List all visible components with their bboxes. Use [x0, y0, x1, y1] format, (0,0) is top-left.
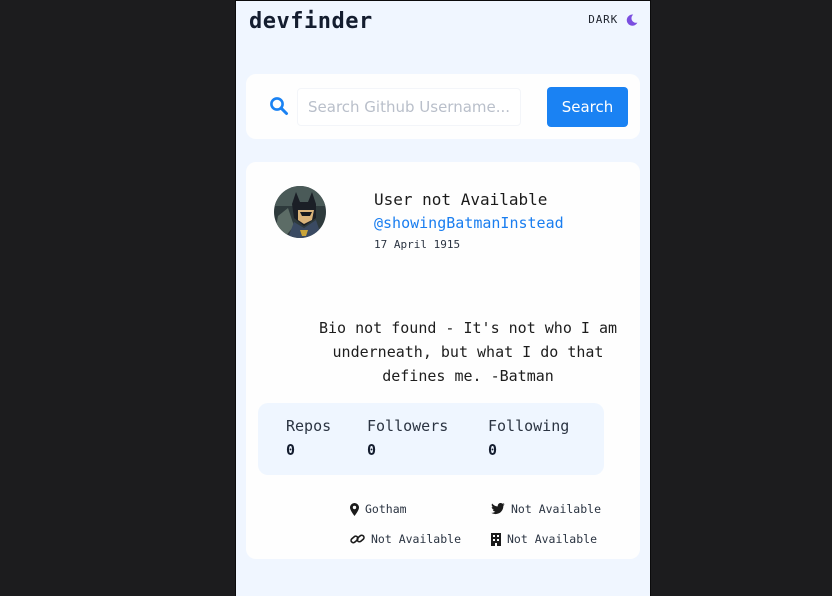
twitter-icon: [491, 503, 505, 515]
user-name: User not Available: [374, 190, 548, 209]
app-logo: devfinder: [249, 9, 373, 34]
moon-icon: [626, 14, 638, 26]
stat-label: Followers: [367, 417, 449, 435]
website-text: Not Available: [371, 532, 462, 546]
website-link: Not Available: [350, 532, 461, 546]
stat-label: Following: [488, 417, 570, 435]
stats-panel: Repos 0 Followers 0 Following 0: [258, 403, 604, 475]
search-button[interactable]: Search: [547, 87, 628, 127]
stat-label: Repos: [286, 417, 332, 435]
stat-value: 0: [488, 441, 498, 459]
search-input[interactable]: [297, 88, 521, 126]
building-icon: [491, 532, 501, 546]
user-bio: Bio not found - It's not who I am undern…: [318, 319, 617, 385]
profile-card: User not Available @showingBatmanInstead…: [246, 162, 640, 559]
twitter-link: Not Available: [491, 502, 601, 516]
theme-toggle-label: DARK: [588, 13, 618, 26]
company-link: Not Available: [491, 532, 597, 546]
joined-date: 17 April 1915: [374, 238, 461, 251]
stat-repos: Repos 0: [286, 417, 331, 459]
avatar-image: [274, 186, 326, 238]
location-text: Gotham: [365, 502, 407, 516]
search-icon: [270, 97, 288, 115]
company-text: Not Available: [507, 532, 598, 546]
user-handle-link[interactable]: @showingBatmanInstead: [374, 214, 564, 232]
stat-followers: Followers 0: [367, 417, 448, 459]
stat-following: Following 0: [488, 417, 569, 459]
location-pin-icon: [350, 502, 359, 516]
search-bar: Search: [246, 74, 640, 139]
twitter-text: Not Available: [511, 502, 602, 516]
location-link: Gotham: [350, 502, 407, 516]
avatar: [274, 186, 326, 238]
stat-value: 0: [286, 441, 296, 459]
app-container: devfinder DARK Search User n: [235, 0, 651, 596]
link-icon: [350, 534, 365, 544]
theme-toggle[interactable]: DARK: [588, 13, 638, 26]
stat-value: 0: [367, 441, 377, 459]
